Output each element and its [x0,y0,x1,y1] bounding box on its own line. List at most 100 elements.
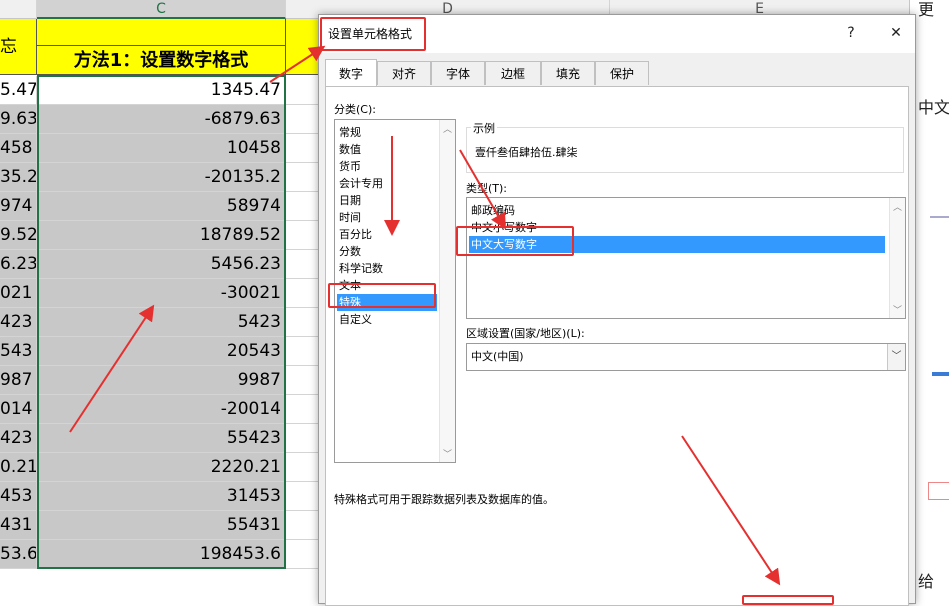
cell-b[interactable]: 458 [0,134,37,163]
cell-d[interactable] [286,308,320,337]
background-text: 给 [918,572,935,591]
cell-c[interactable]: 198453.6 [37,540,286,569]
category-item[interactable]: 文本 [337,277,435,294]
cell-b[interactable]: 453 [0,482,37,511]
cell-c[interactable]: 10458 [37,134,286,163]
scroll-down-icon[interactable]: ﹀ [443,447,452,460]
cell-d[interactable] [286,453,320,482]
cell-b[interactable]: 6.23 [0,250,37,279]
category-listbox[interactable]: 自定义 特殊 文本 科学记数 分数 百分比 时间 日期 会计专用 货币 数值 常规 ︿ ﹀ [334,119,456,463]
cell-b[interactable]: 9.63 [0,105,37,134]
cell-c[interactable]: -20014 [37,395,286,424]
background-text: 更 [918,0,935,19]
tab-protection[interactable]: 保护 [595,61,649,85]
sample-value: 壹仟叁佰肆拾伍.肆柒 [475,146,578,159]
category-item[interactable]: 分数 [337,243,435,260]
cell-b[interactable]: 021 [0,279,37,308]
cell-b[interactable]: 53.6 [0,540,37,569]
category-item[interactable]: 科学记数 [337,260,435,277]
cell-c[interactable]: 5423 [37,308,286,337]
cell-b1[interactable]: 忘 [0,19,37,75]
cell-b[interactable]: 9.52 [0,221,37,250]
tab-fill[interactable]: 填充 [541,61,595,85]
category-item[interactable]: 日期 [337,192,435,209]
category-scrollbar[interactable]: ︿ ﹀ [439,120,455,462]
cell-c[interactable]: 2220.21 [37,453,286,482]
cell-d[interactable] [286,424,320,453]
cell-d[interactable] [286,395,320,424]
cell-b[interactable]: 543 [0,337,37,366]
close-button[interactable]: ✕ [882,21,910,45]
cell-c-header[interactable]: 方法1：设置数字格式 [37,46,286,75]
cell-c[interactable]: -6879.63 [37,105,286,134]
cell-d[interactable] [286,163,320,192]
type-label: 类型(T): [466,182,508,195]
help-button[interactable]: ? [837,21,865,45]
column-header-c[interactable]: C [37,0,286,19]
cell-b[interactable]: 014 [0,395,37,424]
cell-b[interactable]: 431 [0,511,37,540]
tab-border[interactable]: 边框 [485,61,541,85]
type-item[interactable]: 中文大写数字 [469,236,885,253]
cell-b[interactable]: 5.47 [0,76,37,105]
scroll-down-icon[interactable]: ﹀ [893,303,902,316]
cell-b[interactable]: 35.2 [0,163,37,192]
type-scrollbar[interactable]: ︿ ﹀ [889,198,905,318]
chevron-down-icon[interactable]: ﹀ [887,344,905,370]
category-item[interactable]: 时间 [337,209,435,226]
dialog-titlebar[interactable]: 设置单元格格式 ? ✕ [319,15,915,53]
cell-d[interactable] [286,192,320,221]
cell-c[interactable]: 55423 [37,424,286,453]
column-header-b[interactable] [0,0,37,19]
cell-d[interactable] [286,540,320,569]
scroll-up-icon[interactable]: ︿ [893,200,902,213]
category-item[interactable]: 数值 [337,141,435,158]
sample-label: 示例 [471,120,497,136]
scroll-up-icon[interactable]: ︿ [443,122,452,135]
cell-c[interactable]: 5456.23 [37,250,286,279]
background-text: 中文 [918,98,949,117]
cell-c[interactable]: 55431 [37,511,286,540]
tab-font[interactable]: 字体 [431,61,485,85]
type-item[interactable]: 中文小写数字 [469,219,885,236]
category-item[interactable]: 百分比 [337,226,435,243]
cell-b[interactable]: 423 [0,424,37,453]
cell-b[interactable]: 974 [0,192,37,221]
cell-d[interactable] [286,250,320,279]
cell-c[interactable]: 9987 [37,366,286,395]
locale-value: 中文(中国) [471,350,524,363]
cell-d[interactable] [286,134,320,163]
type-item[interactable]: 邮政编码 [469,202,885,219]
cell-d[interactable] [286,76,320,105]
cell-c[interactable]: -30021 [37,279,286,308]
cell-b[interactable]: 987 [0,366,37,395]
cell-c[interactable]: -20135.2 [37,163,286,192]
cell-d[interactable] [286,105,320,134]
cell-b[interactable]: 423 [0,308,37,337]
cell-d[interactable] [286,482,320,511]
locale-label: 区域设置(国家/地区)(L): [466,327,585,340]
category-item[interactable]: 常规 [337,124,435,141]
category-item[interactable]: 自定义 [337,311,435,328]
cell-d-header[interactable] [286,19,320,75]
cell-d[interactable] [286,337,320,366]
cell-c[interactable]: 1345.47 [37,76,286,105]
cell-d[interactable] [286,366,320,395]
cell-d[interactable] [286,279,320,308]
category-item[interactable]: 特殊 [337,294,437,311]
category-item[interactable]: 会计专用 [337,175,435,192]
sample-group: 示例 壹仟叁佰肆拾伍.肆柒 [466,120,904,173]
category-item[interactable]: 货币 [337,158,435,175]
tab-alignment[interactable]: 对齐 [377,61,431,85]
type-listbox[interactable]: 中文大写数字 中文小写数字 邮政编码 ︿ ﹀ [466,197,906,319]
cell-c1[interactable] [37,19,286,46]
tab-number[interactable]: 数字 [325,59,377,86]
cell-c[interactable]: 58974 [37,192,286,221]
cell-c[interactable]: 20543 [37,337,286,366]
cell-d[interactable] [286,511,320,540]
cell-b[interactable]: 0.21 [0,453,37,482]
cell-d[interactable] [286,221,320,250]
cell-c[interactable]: 31453 [37,482,286,511]
cell-c[interactable]: 18789.52 [37,221,286,250]
locale-dropdown[interactable]: 中文(中国) ﹀ [466,343,906,371]
